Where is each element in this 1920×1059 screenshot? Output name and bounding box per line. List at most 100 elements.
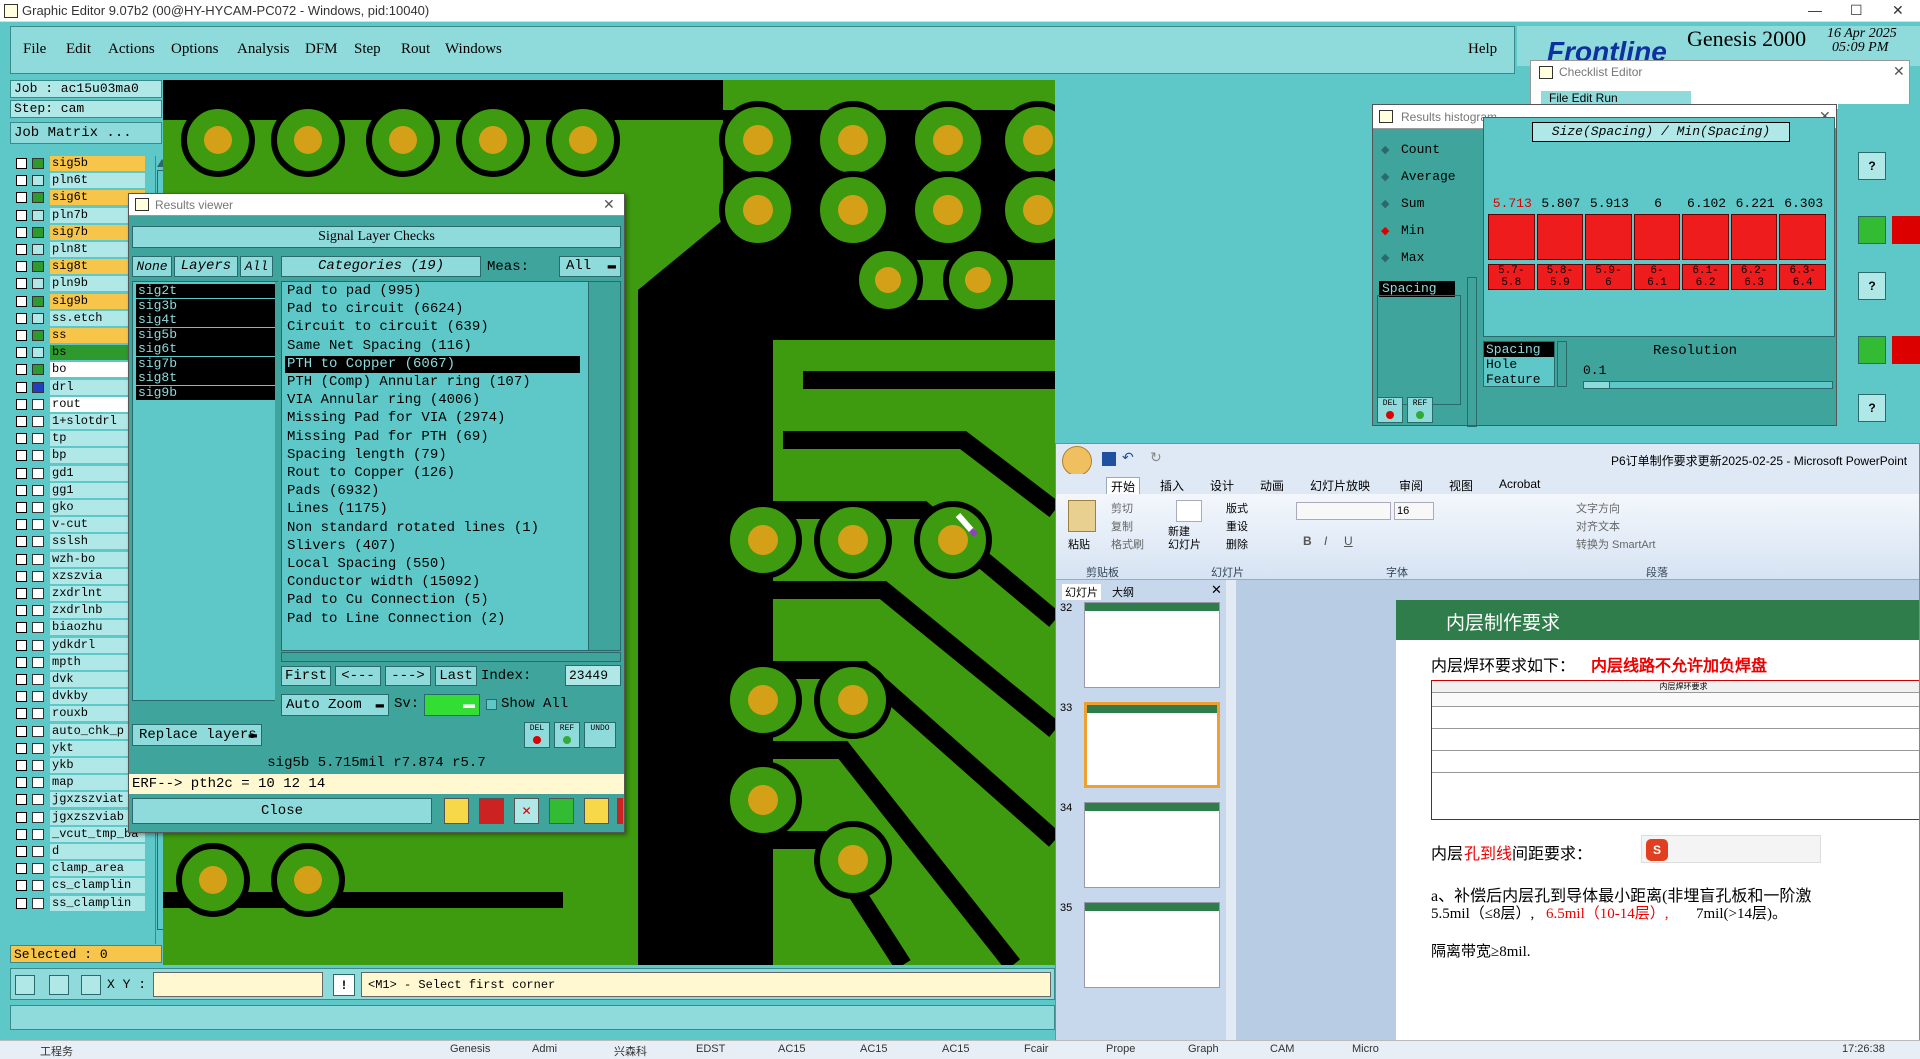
sogou-icon[interactable]: S — [1646, 839, 1668, 861]
layer-color-swatch[interactable] — [32, 502, 44, 513]
layer-checkbox[interactable] — [16, 433, 27, 445]
radio-icon[interactable]: ◆ — [1381, 197, 1389, 210]
layer-checkbox[interactable] — [16, 605, 27, 617]
layer-row[interactable]: sig9b — [13, 293, 145, 309]
help-icon[interactable]: ? — [1858, 394, 1886, 422]
menu-windows[interactable]: Windows — [445, 41, 502, 58]
layer-checkbox[interactable] — [16, 158, 27, 169]
category-item[interactable]: PTH to Copper (6067) — [285, 355, 580, 373]
categories-hscroll[interactable] — [281, 652, 621, 662]
layer-row[interactable]: auto_chk_p — [13, 723, 145, 739]
taskbar-item[interactable]: CAM — [1270, 1043, 1294, 1055]
radio-icon[interactable]: ◆ — [1381, 224, 1389, 237]
layer-checkbox[interactable] — [16, 536, 27, 548]
redo-icon[interactable]: ↻ — [1150, 449, 1162, 466]
taskbar-item[interactable]: 兴森科 — [614, 1043, 647, 1059]
layer-color-swatch[interactable] — [32, 416, 44, 427]
save-icon[interactable] — [1102, 452, 1116, 466]
slide-thumbnail[interactable] — [1084, 902, 1220, 988]
text-direction-button[interactable]: 文字方向 — [1576, 500, 1620, 516]
close-icon[interactable]: ✕ — [603, 196, 615, 213]
del-button[interactable]: DEL — [524, 722, 550, 748]
auto-zoom-dropdown[interactable]: Auto Zoom ▬ — [281, 694, 389, 716]
maximize-icon[interactable]: ☐ — [1850, 2, 1863, 19]
category-item[interactable]: Local Spacing (550) — [285, 556, 580, 573]
menu-options[interactable]: Options — [171, 41, 219, 58]
layer-color-swatch[interactable] — [32, 536, 44, 548]
font-size-dropdown[interactable]: 16 — [1394, 502, 1434, 520]
category-item[interactable]: Pad to Cu Connection (5) — [285, 592, 580, 609]
layer-checkbox[interactable] — [16, 450, 27, 462]
menu-step[interactable]: Step — [354, 41, 381, 58]
histogram-bar[interactable] — [1633, 214, 1681, 260]
layer-color-swatch[interactable] — [32, 450, 44, 462]
layer-row[interactable]: sig8t — [13, 259, 145, 275]
layer-row[interactable]: sig6t — [13, 190, 145, 206]
layer-row[interactable]: v-cut — [13, 517, 145, 533]
layer-checkbox[interactable] — [16, 725, 27, 737]
taskbar-item[interactable]: EDST — [696, 1043, 725, 1055]
category-item[interactable]: Spacing length (79) — [285, 447, 580, 464]
copy-button[interactable]: 复制 — [1111, 518, 1133, 534]
layer-checkbox[interactable] — [16, 330, 27, 341]
histogram-range[interactable]: 5.8- 5.9 — [1536, 264, 1584, 290]
layer-row[interactable]: zxdrlnb — [13, 603, 145, 619]
close-icon[interactable]: ✕ — [1893, 63, 1905, 80]
layer-row[interactable]: jgxzszviab — [13, 809, 145, 825]
histogram-bar[interactable] — [1585, 214, 1632, 260]
prev-button[interactable]: <--- — [335, 666, 381, 686]
category-item[interactable]: Pad to circuit (6624) — [285, 301, 580, 318]
help-icon[interactable]: ? — [1858, 152, 1886, 180]
layer-row[interactable]: rouxb — [13, 706, 145, 722]
category-item[interactable]: Slivers (407) — [285, 538, 580, 555]
layer-row[interactable]: ss — [13, 328, 145, 343]
taskbar-item[interactable]: 工程务 — [40, 1043, 73, 1059]
category-item[interactable]: Missing Pad for VIA (2974) — [285, 410, 580, 427]
slide-canvas[interactable]: 内层制作要求 内层焊环要求如下： 内层线路不允许加负焊盘 内层焊环要求 内层 孔… — [1396, 600, 1919, 1040]
ppt-tab[interactable]: 视图 — [1445, 477, 1477, 494]
radio-icon[interactable]: ◆ — [1381, 170, 1389, 183]
result-layer-item[interactable]: sig2t — [136, 284, 276, 298]
histogram-bar[interactable] — [1536, 214, 1584, 260]
layer-color-swatch[interactable] — [32, 553, 44, 565]
tool-icon-2[interactable] — [479, 798, 504, 824]
category-item[interactable]: Circuit to circuit (639) — [285, 319, 580, 336]
category-item[interactable]: PTH (Comp) Annular ring (107) — [285, 374, 580, 391]
taskbar-item[interactable]: Genesis — [450, 1043, 490, 1055]
layer-color-swatch[interactable] — [32, 381, 44, 393]
layer-row[interactable]: pln9b — [13, 276, 145, 292]
layer-row[interactable]: sslsh — [13, 534, 145, 550]
layer-checkbox[interactable] — [16, 295, 27, 307]
layer-checkbox[interactable] — [16, 398, 27, 410]
layer-color-swatch[interactable] — [32, 278, 44, 290]
cut-button[interactable]: 剪切 — [1111, 500, 1133, 516]
group-scrollbar[interactable] — [1557, 341, 1567, 387]
result-layer-item[interactable]: sig3b — [136, 298, 276, 313]
office-button-icon[interactable] — [1062, 446, 1092, 476]
layer-color-swatch[interactable] — [32, 639, 44, 651]
layer-checkbox[interactable] — [16, 278, 27, 290]
new-slide-button[interactable]: 新建 幻灯片 — [1168, 526, 1201, 552]
layer-row[interactable]: sig5b — [13, 156, 145, 171]
result-layer-item[interactable]: sig8t — [136, 371, 276, 385]
layer-checkbox[interactable] — [16, 794, 27, 806]
layer-checkbox[interactable] — [16, 880, 27, 892]
format-painter-button[interactable]: 格式刷 — [1111, 536, 1144, 552]
result-layer-item[interactable]: sig5b — [136, 327, 276, 342]
layers-button[interactable]: Layers — [174, 256, 238, 277]
taskbar-item[interactable]: Micro — [1352, 1043, 1379, 1055]
italic-icon[interactable]: I — [1324, 534, 1327, 548]
layer-color-swatch[interactable] — [32, 846, 44, 857]
tab-outline[interactable]: 大纲 — [1112, 584, 1134, 600]
histogram-bar[interactable] — [1730, 214, 1778, 260]
new-slide-icon[interactable] — [1176, 500, 1202, 522]
layer-checkbox[interactable] — [16, 261, 27, 273]
layer-checkbox[interactable] — [16, 588, 27, 599]
layer-color-swatch[interactable] — [32, 209, 44, 221]
layer-name[interactable]: sig5b — [50, 156, 145, 171]
layer-checkbox[interactable] — [16, 691, 27, 703]
result-layer-item[interactable]: sig6t — [136, 342, 276, 356]
tool-icon-4[interactable] — [549, 798, 574, 824]
layer-color-swatch[interactable] — [32, 674, 44, 685]
job-matrix-button[interactable]: Job Matrix ... — [10, 122, 162, 144]
